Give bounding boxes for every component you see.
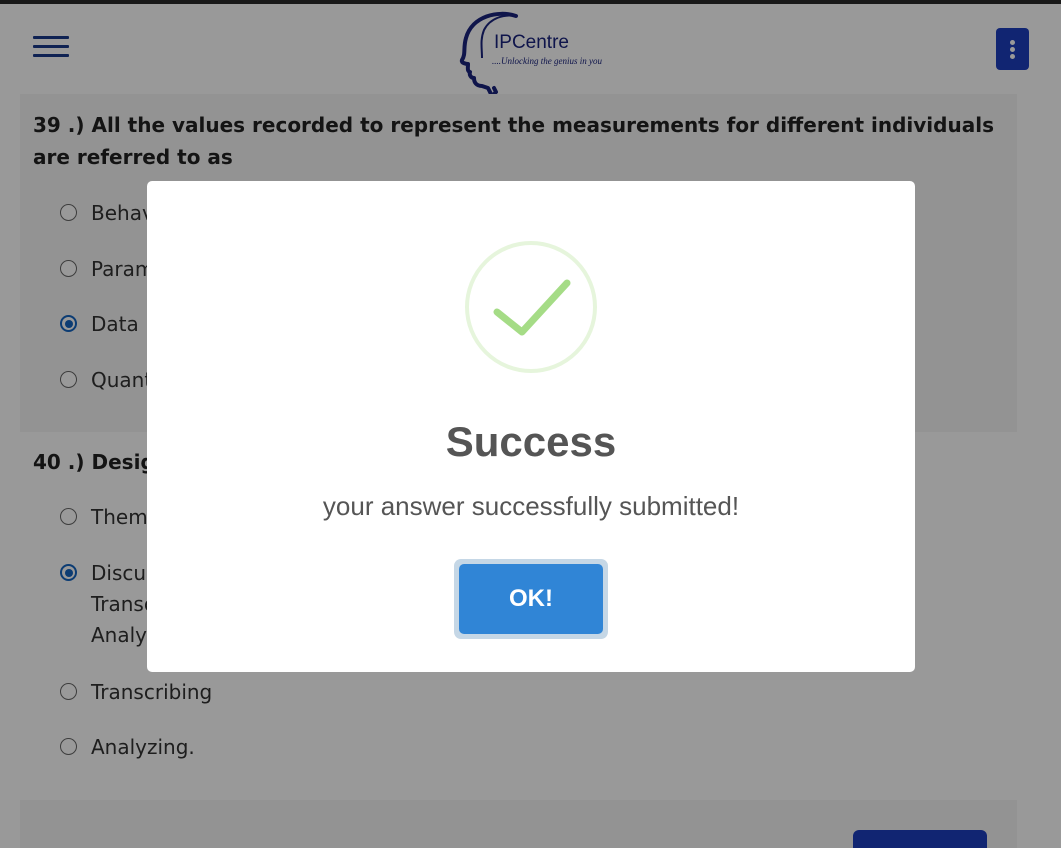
ok-button[interactable]: OK!	[459, 564, 603, 634]
checkmark-success-icon	[465, 241, 597, 373]
success-dialog: Success your answer successfully submitt…	[147, 181, 915, 672]
dialog-message: your answer successfully submitted!	[322, 491, 740, 521]
dialog-title: Success	[445, 418, 617, 465]
page: IPCentre ....Unlocking the genius in you…	[0, 0, 1061, 848]
